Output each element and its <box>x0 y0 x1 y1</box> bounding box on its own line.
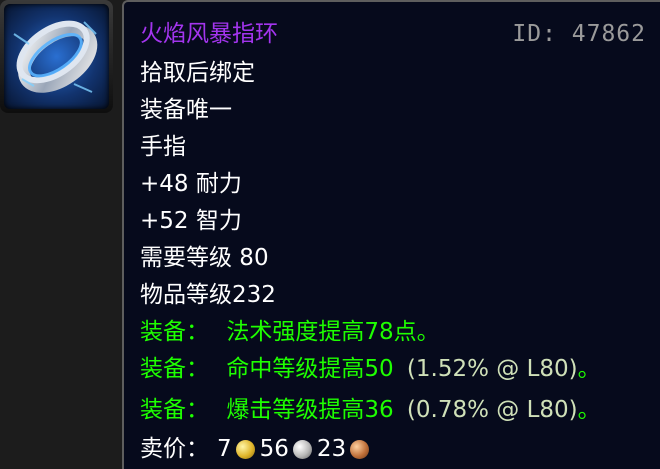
gold-amount: 7 <box>217 436 232 462</box>
copper-coin-icon <box>350 439 370 459</box>
equip-text: 命中等级提高50 <box>226 356 394 382</box>
binding-text: 拾取后绑定 <box>140 60 255 86</box>
item-icon-frame[interactable] <box>0 0 113 113</box>
copper-amount: 23 <box>316 436 347 462</box>
sell-label: 卖价： <box>140 436 209 462</box>
silver-coin-icon <box>292 439 312 459</box>
equip-text: 法术强度提高78点。 <box>226 319 440 345</box>
item-name[interactable]: 火焰风暴指环 <box>140 19 278 49</box>
equip-detail: (0.78% @ L80) <box>406 397 578 423</box>
ring-icon <box>4 4 109 109</box>
required-level: 需要等级 80 <box>140 245 269 271</box>
stat-intellect: +52 智力 <box>140 208 242 234</box>
equip-effect-crit: 装备： 爆击等级提高36 (0.78% @ L80)。 <box>140 395 601 425</box>
item-id: ID: 47862 <box>512 21 646 47</box>
unique-text: 装备唯一 <box>140 97 232 123</box>
gold-coin-icon <box>235 439 255 459</box>
equip-suffix: 。 <box>577 397 601 423</box>
ring-icon-graphic <box>13 20 98 93</box>
equip-prefix: 装备： <box>140 356 209 382</box>
equip-suffix: 。 <box>577 356 601 382</box>
sell-price: 卖价： 7 56 23 <box>140 434 374 464</box>
equip-effect-hit: 装备： 命中等级提高50 (1.52% @ L80)。 <box>140 354 601 384</box>
equip-text: 爆击等级提高36 <box>226 397 394 423</box>
item-level: 物品等级232 <box>140 282 276 308</box>
equip-detail: (1.52% @ L80) <box>406 356 578 382</box>
equip-prefix: 装备： <box>140 319 209 345</box>
slot-text: 手指 <box>140 134 186 160</box>
silver-amount: 56 <box>259 436 289 462</box>
equip-prefix: 装备： <box>140 397 209 423</box>
equip-effect-spellpower: 装备： 法术强度提高78点。 <box>140 317 440 347</box>
item-tooltip: 火焰风暴指环 ID: 47862 拾取后绑定 装备唯一 手指 +48 耐力 +5… <box>122 0 660 469</box>
stat-stamina: +48 耐力 <box>140 171 242 197</box>
